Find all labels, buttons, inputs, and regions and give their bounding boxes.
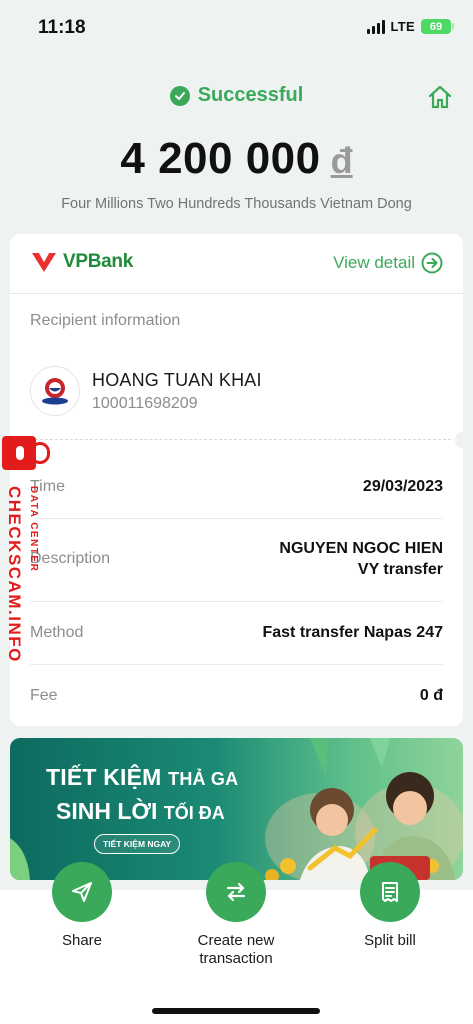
recipient-name: HOANG TUAN KHAI (92, 369, 262, 390)
detail-row-method: Method Fast transfer Napas 247 (30, 622, 443, 643)
battery-level: 69 (429, 20, 443, 33)
row-divider (30, 601, 443, 602)
watermark-main: CHECKSCAM.INFO (5, 486, 24, 663)
card-header: VPBank View detail (10, 234, 463, 294)
card-notch (455, 432, 463, 448)
banner-cta-button[interactable]: TIẾT KIỆM NGAY (94, 834, 181, 854)
transaction-card: VPBank View detail Recipient information… (10, 234, 463, 726)
share-button[interactable]: Share (7, 862, 157, 950)
recipient-section-label: Recipient information (30, 312, 181, 329)
row-divider (30, 664, 443, 665)
view-detail-link[interactable]: View detail (333, 252, 443, 274)
status-bar: 11:18 LTE 69 (0, 0, 473, 56)
fee-value: 0 đ (419, 687, 443, 704)
banner-text: TIẾT KIỆM (46, 764, 162, 790)
vpbank-logo-icon (32, 253, 56, 272)
battery-icon: 69 (421, 19, 454, 34)
check-circle-icon (169, 85, 190, 106)
amount-value: 4 200 000 (120, 134, 321, 183)
success-status: Successful (0, 84, 473, 107)
detail-row-description: Description NGUYEN NGOC HIEN VY transfer (30, 538, 443, 580)
description-line-1: NGUYEN NGOC HIEN (279, 540, 443, 557)
status-time: 11:18 (38, 17, 86, 38)
home-icon[interactable] (427, 84, 453, 110)
create-label-line-2: transaction (199, 950, 273, 967)
share-label: Share (61, 932, 103, 949)
method-value: Fast transfer Napas 247 (262, 624, 443, 641)
split-bill-label: Split bill (364, 932, 416, 949)
amount-in-words: Four Millions Two Hundreds Thousands Vie… (61, 196, 412, 212)
banner-text: THẢ GA (168, 769, 239, 789)
status-text: Successful (197, 84, 304, 106)
arrow-circle-right-icon (421, 252, 443, 274)
create-new-transaction-label: Create new transaction (161, 932, 311, 968)
action-bar: Share Create new transaction Split bill (0, 862, 473, 1024)
banner-title-line-2: SINH LỜI TỐI ĐA (56, 798, 225, 825)
view-detail-label: View detail (333, 253, 415, 272)
create-label-line-1: Create new (197, 932, 275, 949)
vpbank-logo: VPBank (30, 250, 133, 274)
signal-icon (366, 19, 385, 34)
currency-symbol: đ (330, 140, 353, 181)
lock-icon (2, 436, 36, 470)
banner-title-line-1: TIẾT KIỆM THẢ GA (46, 764, 238, 791)
status-indicators: LTE 69 (366, 19, 454, 34)
fee-label: Fee (30, 686, 58, 704)
home-indicator[interactable] (152, 1008, 320, 1014)
dashed-divider (30, 439, 451, 440)
network-type: LTE (390, 19, 415, 34)
amount: 4 200 000 đ (0, 134, 473, 184)
bank-name: VPBank (63, 251, 134, 272)
banner-text: SINH LỜI (56, 798, 158, 824)
create-new-transaction-button[interactable]: Create new transaction (161, 862, 311, 968)
split-bill-icon (360, 862, 420, 922)
time-value: 29/03/2023 (362, 478, 443, 495)
split-bill-button[interactable]: Split bill (315, 862, 465, 950)
description-line-2: VY transfer (357, 561, 443, 578)
swap-arrows-icon (206, 862, 266, 922)
recipient-account: 100011698209 (92, 394, 198, 412)
recipient: HOANG TUAN KHAI 100011698209 (30, 366, 262, 416)
watermark-sub: DATA CENTER (28, 486, 39, 573)
watermark: CHECKSCAM.INFO DATA CENTER (0, 436, 50, 666)
detail-row-fee: Fee 0 đ (30, 685, 443, 706)
description-value: NGUYEN NGOC HIEN VY transfer (279, 538, 443, 580)
row-divider (30, 518, 443, 519)
banner-text: TỐI ĐA (163, 803, 225, 823)
detail-row-time: Time 29/03/2023 (30, 476, 443, 497)
promo-banner[interactable]: TIẾT KIỆM THẢ GA SINH LỜI TỐI ĐA TIẾT KI… (10, 738, 463, 880)
recipient-bank-logo (30, 366, 80, 416)
share-icon (52, 862, 112, 922)
